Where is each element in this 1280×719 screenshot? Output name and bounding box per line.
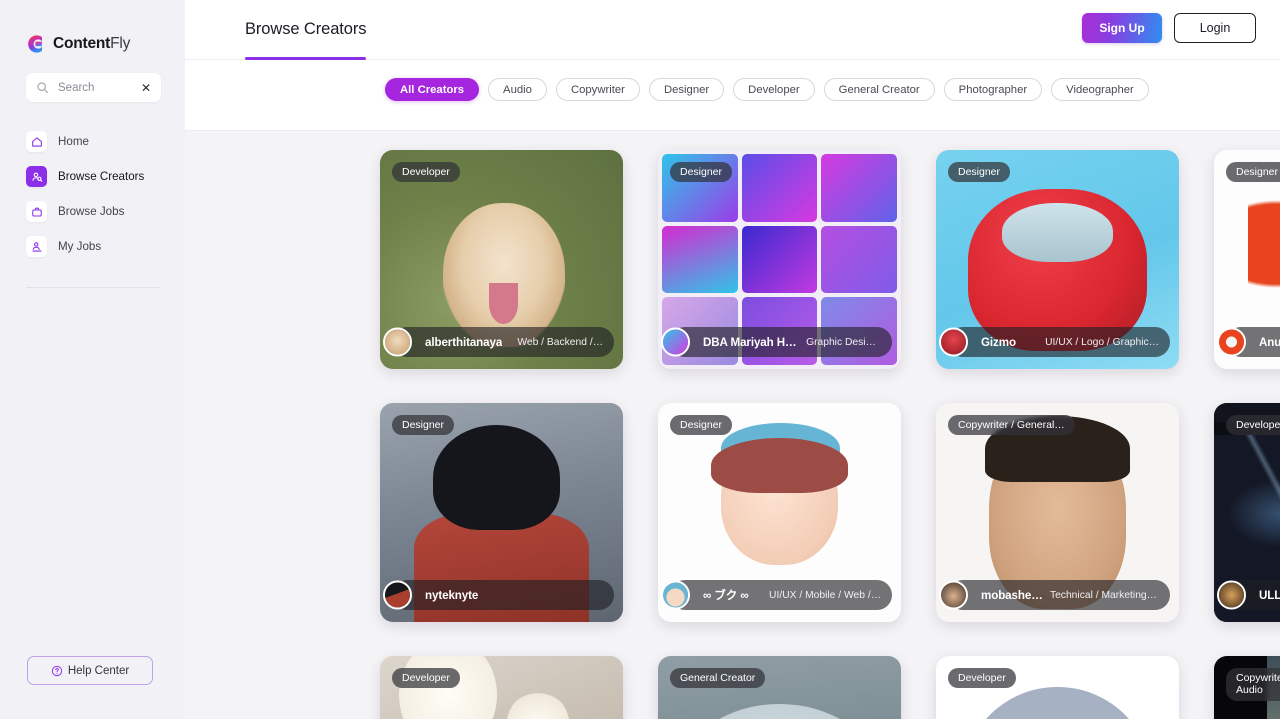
avatar — [1217, 327, 1246, 357]
card-footer: Anu_olazim_me… Logo / Graphic Design /… — [1217, 327, 1280, 357]
card-role-chip: Copywriter / Designer /… Audio — [1226, 668, 1280, 701]
creator-name: Anu_olazim_me… — [1259, 335, 1280, 349]
avatar — [661, 327, 690, 357]
sidebar-item-browse-creators[interactable]: Browse Creators — [0, 159, 185, 194]
user-tasks-icon — [26, 236, 47, 257]
sidebar-item-home[interactable]: Home — [0, 124, 185, 159]
search-input[interactable] — [49, 81, 140, 94]
topbar: Browse Creators Sign Up Login All Creato… — [185, 0, 1280, 131]
creator-card[interactable]: Copywriter / Designer /… Audio — [1214, 656, 1280, 719]
card-footer: Gizmo UI/UX / Logo / Graphic… — [939, 327, 1170, 357]
creator-tags: Technical / Marketing /… — [1049, 589, 1159, 601]
brand-name-light: Fly — [110, 35, 131, 52]
tab-browse-creators[interactable]: Browse Creators — [245, 0, 367, 60]
brand-name-bold: Content — [53, 35, 111, 52]
card-footer: nyteknyte — [383, 580, 614, 610]
creator-name: alberthitanaya — [425, 335, 503, 349]
creator-card[interactable]: Developer ULL Blockchain / Web — [1214, 403, 1280, 622]
creator-name: Gizmo — [981, 335, 1016, 349]
creator-tags: UI/UX / Logo / Graphic… — [1045, 336, 1159, 348]
creator-name: mobasher… — [981, 588, 1045, 602]
sidebar-item-label-browse-creators: Browse Creators — [58, 170, 145, 183]
app-root: ContentFly ✕ Home — [0, 0, 1280, 719]
sidebar: ContentFly ✕ Home — [0, 0, 185, 719]
filter-pill-designer[interactable]: Designer — [648, 78, 725, 101]
avatar — [1217, 580, 1246, 610]
card-footer: mobasher… Technical / Marketing /… — [939, 580, 1170, 610]
creator-card[interactable]: Developer alberthitanaya Web / Backend /… — [380, 150, 623, 369]
search-icon — [36, 81, 49, 94]
creators-scroll-area[interactable]: Developer alberthitanaya Web / Backend /… — [185, 131, 1280, 719]
avatar — [939, 580, 968, 610]
briefcase-icon — [26, 201, 47, 222]
filter-pill-videographer[interactable]: Videographer — [1051, 78, 1149, 101]
sidebar-item-label-my-jobs: My Jobs — [58, 240, 102, 253]
sidebar-item-browse-jobs[interactable]: Browse Jobs — [0, 194, 185, 229]
card-role-chip: General Creator — [670, 668, 766, 689]
card-role-chip: Designer — [392, 415, 455, 436]
filter-pill-all-creators[interactable]: All Creators — [385, 78, 480, 101]
sidebar-nav: Home Browse Creators Browse Jobs My Jobs — [0, 124, 185, 264]
card-role-chip: Designer — [670, 162, 733, 183]
creator-tags: Graphic Design /… — [806, 336, 881, 348]
people-search-icon — [26, 166, 47, 187]
creator-card[interactable]: Designer ∞ ブク ∞ UI/UX / Mobile / Web /… — [658, 403, 901, 622]
card-footer: alberthitanaya Web / Backend /… — [383, 327, 614, 357]
card-role-chip: Copywriter / General… — [948, 415, 1075, 436]
home-icon — [26, 131, 47, 152]
creator-name: ULL — [1259, 588, 1280, 602]
card-role-chip: Developer — [392, 668, 460, 689]
filter-pill-general-creator[interactable]: General Creator — [823, 78, 935, 101]
help-center-label: Help Center — [67, 664, 130, 677]
card-role-chip: Designer / Photographer — [1226, 162, 1280, 183]
card-footer: ULL Blockchain / Web — [1217, 580, 1280, 610]
brand-name: ContentFly — [53, 35, 130, 53]
card-footer: ∞ ブク ∞ UI/UX / Mobile / Web /… — [661, 580, 892, 610]
page-title: Browse Creators — [245, 20, 367, 38]
help-center-button[interactable]: Help Center — [27, 656, 153, 685]
creator-tags: Web / Backend /… — [517, 336, 603, 348]
card-role-chip: Designer — [948, 162, 1011, 183]
card-role-chip: Developer — [1226, 415, 1280, 436]
card-role-chip: Developer — [948, 668, 1016, 689]
avatar — [383, 327, 412, 357]
sign-up-button[interactable]: Sign Up — [1082, 13, 1162, 43]
creator-card[interactable]: Designer Gizmo UI/UX / Logo / Graphic… — [936, 150, 1179, 369]
content-fly-logo-icon — [24, 33, 46, 55]
filter-pill-audio[interactable]: Audio — [488, 78, 547, 101]
avatar — [661, 580, 690, 610]
creator-card[interactable]: Designer nyteknyte — [380, 403, 623, 622]
creators-grid: Developer alberthitanaya Web / Backend /… — [185, 150, 1280, 719]
avatar — [939, 327, 968, 357]
sidebar-divider — [26, 287, 161, 288]
creator-name: DBA Mariyah Hope… — [703, 335, 801, 349]
sidebar-item-my-jobs[interactable]: My Jobs — [0, 229, 185, 264]
creator-card[interactable]: Designer DBA Mariyah Hope… Graphic Desig… — [658, 150, 901, 369]
creator-name: nyteknyte — [425, 588, 479, 602]
auth-actions: Sign Up Login — [1082, 13, 1256, 43]
search-clear-icon[interactable]: ✕ — [140, 80, 152, 96]
filter-pill-copywriter[interactable]: Copywriter — [555, 78, 640, 101]
login-button[interactable]: Login — [1174, 13, 1256, 43]
card-role-chip: Developer — [392, 162, 460, 183]
card-footer: DBA Mariyah Hope… Graphic Design /… — [661, 327, 892, 357]
creator-card[interactable]: Designer / Photographer Anu_olazim_me… L… — [1214, 150, 1280, 369]
creator-card[interactable]: Developer — [380, 656, 623, 719]
creator-card[interactable]: General Creator — [658, 656, 901, 719]
avatar — [383, 580, 412, 610]
sidebar-item-label-browse-jobs: Browse Jobs — [58, 205, 125, 218]
search-box[interactable]: ✕ — [26, 73, 161, 102]
creator-card[interactable]: Copywriter / General… mobasher… Technica… — [936, 403, 1179, 622]
creator-name: ∞ ブク ∞ — [703, 589, 749, 602]
creator-card[interactable]: Developer — [936, 656, 1179, 719]
sidebar-item-label-home: Home — [58, 135, 89, 148]
card-role-chip: Designer — [670, 415, 733, 436]
brand-logo[interactable]: ContentFly — [0, 0, 185, 58]
filter-pill-developer[interactable]: Developer — [733, 78, 815, 101]
filter-pills: All Creators Audio Copywriter Designer D… — [385, 78, 1149, 101]
question-circle-icon — [51, 665, 63, 677]
main-content: Browse Creators Sign Up Login All Creato… — [185, 0, 1280, 719]
creator-tags: UI/UX / Mobile / Web /… — [769, 589, 881, 601]
filter-pill-photographer[interactable]: Photographer — [943, 78, 1043, 101]
